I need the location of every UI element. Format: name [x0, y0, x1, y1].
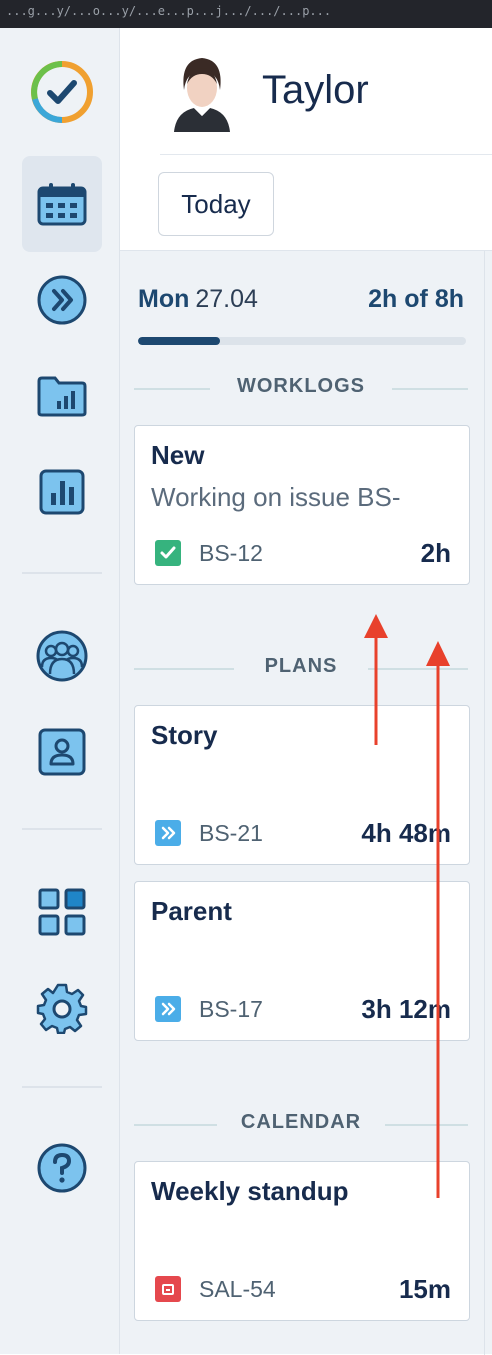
double-chevron-icon	[37, 275, 87, 325]
sidebar-divider	[22, 1086, 102, 1088]
section-title: WORKLOGS	[134, 375, 468, 398]
help-icon	[37, 1143, 87, 1193]
card-title: Parent	[151, 896, 232, 926]
sidebar-item-team[interactable]	[22, 608, 102, 704]
issue-key[interactable]: BS-21	[199, 820, 263, 847]
subtask-icon	[155, 820, 181, 846]
folder-chart-icon	[37, 376, 87, 417]
browser-url-bar: ...g...y/...o...y/...e...p...j.../.../..…	[0, 0, 492, 28]
day-hours: 2h of 8h	[368, 285, 464, 313]
sidebar-item-help[interactable]	[22, 1120, 102, 1216]
gear-icon	[36, 983, 88, 1034]
sidebar-item-profile[interactable]	[22, 704, 102, 800]
profile-header: Taylor	[120, 28, 492, 156]
section-header-plans: PLANS	[134, 655, 468, 683]
card-title: Weekly standup	[151, 1176, 349, 1206]
calendar-card[interactable]: Weekly standup SAL-54 15m	[134, 1161, 470, 1321]
duration: 3h 12m	[361, 994, 451, 1024]
issue-key[interactable]: BS-17	[199, 996, 263, 1023]
section-header-worklogs: WORKLOGS	[134, 375, 468, 403]
calendar-event-icon	[155, 1276, 181, 1302]
day-progress-bar	[138, 337, 466, 345]
duration: 2h	[420, 538, 451, 568]
card-title: New	[151, 440, 205, 470]
today-button[interactable]: Today	[158, 172, 274, 236]
bar-chart-icon	[39, 469, 85, 515]
checkbox-icon	[155, 540, 181, 566]
sidebar	[0, 28, 120, 1354]
sidebar-item-plans[interactable]	[22, 252, 102, 348]
sidebar-item-settings[interactable]	[22, 960, 102, 1056]
user-card-icon	[38, 728, 86, 776]
card-description: Working on issue BS-	[151, 482, 401, 512]
avatar[interactable]	[166, 50, 238, 132]
sidebar-item-apps[interactable]	[22, 864, 102, 960]
divider	[160, 154, 492, 155]
calendar-icon	[37, 183, 87, 226]
duration: 4h 48m	[361, 818, 451, 848]
team-icon	[36, 630, 88, 682]
worklog-card[interactable]: New Working on issue BS- BS-12 2h	[134, 425, 470, 585]
issue-key[interactable]: BS-12	[199, 540, 263, 567]
issue-key[interactable]: SAL-54	[199, 1276, 276, 1303]
app-logo-icon[interactable]	[22, 44, 102, 140]
day-progress-fill	[138, 337, 220, 345]
day-name: Mon	[138, 285, 190, 313]
sidebar-item-reports[interactable]	[22, 444, 102, 540]
day-header: Mon 27.04	[138, 285, 258, 314]
section-title: CALENDAR	[134, 1111, 468, 1134]
subtask-icon	[155, 996, 181, 1022]
sidebar-item-projects[interactable]	[22, 348, 102, 444]
plan-card[interactable]: Parent BS-17 3h 12m	[134, 881, 470, 1041]
main-area: Taylor Today Mon 27.04 2h of 8h WORKLOGS …	[120, 28, 492, 1355]
section-header-calendar: CALENDAR	[134, 1111, 468, 1139]
grid-icon	[38, 888, 86, 936]
sidebar-item-calendar[interactable]	[22, 156, 102, 252]
sidebar-divider	[22, 572, 102, 574]
day-date: 27.04	[195, 285, 258, 313]
day-panel: Mon 27.04 2h of 8h WORKLOGS New Working o…	[120, 250, 492, 1355]
duration: 15m	[398, 1274, 451, 1304]
card-title: Story	[151, 720, 218, 750]
scroll-rail	[484, 251, 485, 1355]
sidebar-divider	[22, 828, 102, 830]
user-name: Taylor	[262, 68, 369, 112]
plan-card[interactable]: Story BS-21 4h 48m	[134, 705, 470, 865]
section-title: PLANS	[134, 655, 468, 678]
